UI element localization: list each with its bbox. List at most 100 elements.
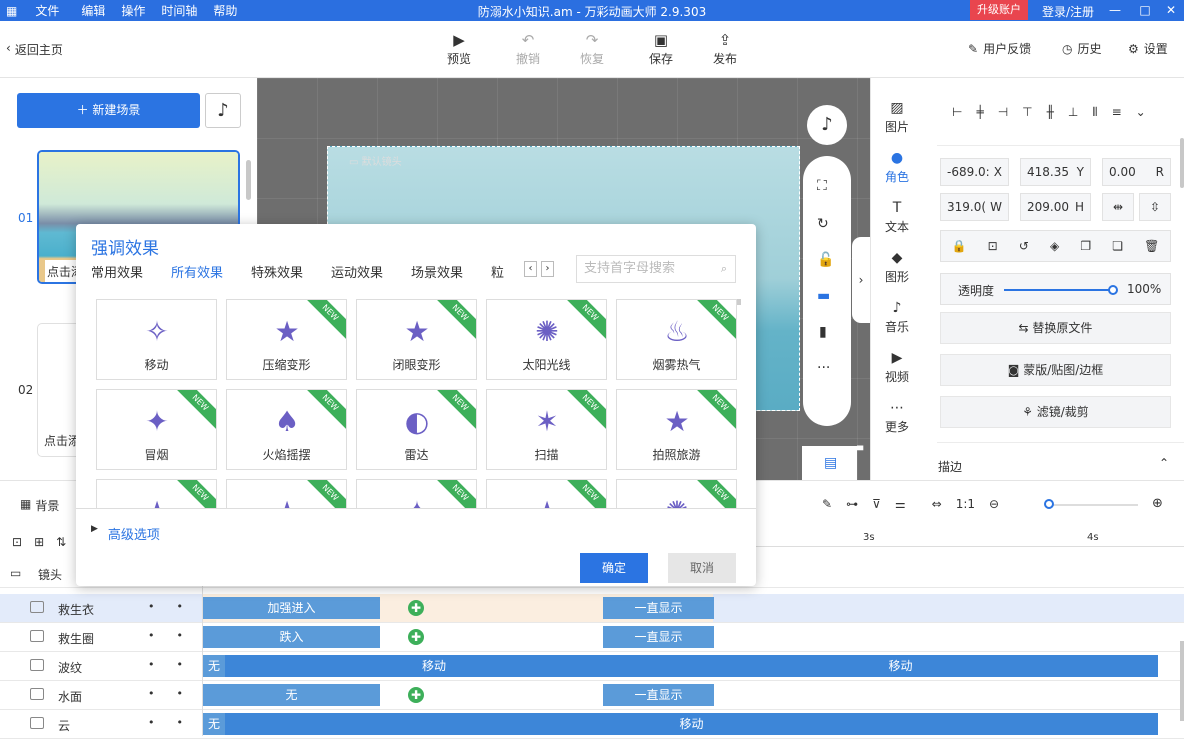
minimize-icon[interactable]: — — [1106, 1, 1124, 19]
maximize-icon[interactable]: □ — [1136, 1, 1154, 19]
align-center-icon[interactable]: ╪ — [976, 105, 983, 120]
history-button[interactable]: ◷ 历史 — [1062, 40, 1102, 57]
effect-bar[interactable]: 跌入 — [203, 626, 380, 648]
adjust-icon[interactable]: ⚌ — [895, 497, 906, 511]
lock-icon[interactable]: 🔒 — [952, 239, 967, 253]
track-row[interactable]: 波纹 •• 无 移动 移动 — [0, 652, 1184, 681]
effect-card[interactable]: ★ 拍照旅游 NEW — [616, 389, 737, 470]
fit-icon[interactable]: ⊡ — [988, 239, 998, 253]
nav-more[interactable]: ⋯ 更多 — [871, 400, 923, 435]
effect-bar[interactable]: 无 — [203, 655, 225, 677]
effect-bar[interactable]: 一直显示 — [603, 597, 714, 619]
trash-icon[interactable]: 🗑 — [1144, 239, 1159, 253]
paste-icon[interactable]: ❏ — [1112, 239, 1123, 253]
sort-icon[interactable]: ⇅ — [56, 535, 66, 549]
upgrade-button[interactable]: 升级账户 — [970, 0, 1028, 20]
fit-screen-icon[interactable]: ⛶ — [817, 178, 827, 194]
filter-button[interactable]: ⚘ 滤镜/裁剪 — [940, 396, 1171, 428]
distribute-v-icon[interactable]: ≡ — [1112, 105, 1122, 120]
effect-card[interactable]: ✺NEW — [616, 479, 737, 508]
zoom-slider-thumb[interactable] — [1044, 499, 1054, 509]
advanced-options-toggle[interactable]: ▶ 高级选项 — [91, 524, 160, 543]
back-button[interactable]: ‹ 返回主页 — [6, 41, 63, 58]
effect-card[interactable]: ★ 闭眼变形 NEW — [356, 299, 477, 380]
desktop-icon[interactable]: ▬ — [817, 288, 830, 304]
effect-card[interactable]: ◐ 雷达 NEW — [356, 389, 477, 470]
split-icon[interactable]: ⊶ — [846, 497, 858, 511]
chevron-down-icon[interactable]: ⌄ — [1136, 105, 1146, 120]
track-toggles[interactable]: •• — [148, 658, 205, 671]
effect-bar[interactable]: 移动 — [643, 655, 1158, 677]
rotate-icon[interactable]: ↺ — [1019, 239, 1029, 253]
flip-h-button[interactable]: ⇹ — [1102, 193, 1134, 221]
effect-bar[interactable]: 无 — [203, 684, 380, 706]
effect-card[interactable]: ★ 压缩变形 NEW — [226, 299, 347, 380]
add-effect-icon[interactable]: ✚ — [408, 600, 424, 616]
close-icon[interactable]: ✕ — [1162, 1, 1180, 19]
stroke-section-title[interactable]: 描边 — [938, 458, 962, 475]
scrollbar[interactable] — [1180, 138, 1184, 188]
effect-bar[interactable]: 一直显示 — [603, 626, 714, 648]
effect-bar[interactable]: 无 — [203, 713, 225, 735]
ratio-icon[interactable]: 1:1 — [956, 497, 975, 511]
effect-card[interactable]: ✶ 扫描 NEW — [486, 389, 607, 470]
align-middle-icon[interactable]: ╫ — [1047, 105, 1054, 120]
flip-v-button[interactable]: ⇳ — [1139, 193, 1171, 221]
add-folder-icon[interactable]: ⊞ — [34, 535, 44, 549]
effect-bar[interactable]: 加强进入 — [203, 597, 380, 619]
track-row[interactable]: 救生圈 •• 跌入 ✚ 一直显示 — [0, 623, 1184, 652]
save-button[interactable]: ▣ 保存 — [641, 30, 681, 67]
effect-card[interactable]: ★NEW — [486, 479, 607, 508]
music-button[interactable]: ♪ — [205, 93, 241, 128]
effect-bar[interactable]: 一直显示 — [603, 684, 714, 706]
fit-width-icon[interactable]: ⇔ — [932, 497, 942, 511]
height-field[interactable]: 209.00 H — [1020, 193, 1091, 221]
more-icon[interactable]: ··· — [817, 360, 830, 376]
add-effect-icon[interactable]: ✚ — [408, 687, 424, 703]
filter-icon[interactable]: ⊽ — [872, 497, 881, 511]
track-row[interactable]: 水面 •• 无 ✚ 一直显示 — [0, 681, 1184, 710]
align-right-icon[interactable]: ⊣ — [998, 105, 1008, 120]
nav-character[interactable]: ● 角色 — [871, 150, 923, 185]
layers-icon[interactable]: ◈ — [1050, 239, 1059, 253]
nav-music[interactable]: ♪ 音乐 — [871, 300, 923, 335]
distribute-h-icon[interactable]: ⦀ — [1092, 105, 1097, 120]
redo-button[interactable]: ↷ 恢复 — [572, 30, 612, 67]
opacity-slider-thumb[interactable] — [1108, 285, 1118, 295]
cancel-button[interactable]: 取消 — [668, 553, 736, 583]
y-field[interactable]: 418.35 Y — [1020, 158, 1091, 186]
expand-panel-button[interactable]: › — [852, 237, 870, 323]
opacity-slider-track[interactable] — [1004, 289, 1114, 291]
zoom-in-icon[interactable]: ⊕ — [1152, 496, 1163, 511]
lock-icon[interactable]: 🔓 — [817, 252, 834, 268]
track-toggles[interactable]: •• — [148, 687, 205, 700]
folder-icon[interactable]: ⊡ — [12, 535, 22, 549]
login-link[interactable]: 登录/注册 — [1042, 3, 1094, 20]
nav-shape[interactable]: ◆ 图形 — [871, 250, 923, 285]
x-field[interactable]: -689.0: X — [940, 158, 1009, 186]
align-left-icon[interactable]: ⊢ — [952, 105, 962, 120]
feedback-button[interactable]: ✎ 用户反馈 — [968, 40, 1031, 57]
canvas-music-button[interactable]: ♪ — [807, 105, 847, 145]
align-bottom-icon[interactable]: ⊥ — [1068, 105, 1078, 120]
replace-file-button[interactable]: ⇆ 替换原文件 — [940, 312, 1171, 344]
edit-icon[interactable]: ✎ — [822, 497, 832, 511]
track-toggles[interactable]: •• — [148, 716, 205, 729]
track-toggles[interactable]: •• — [148, 629, 205, 642]
zoom-out-icon[interactable]: ⊖ — [989, 497, 999, 511]
effect-bar[interactable]: 移动 — [225, 713, 1158, 735]
effect-card[interactable]: ✦ 冒烟 NEW — [96, 389, 217, 470]
background-button[interactable]: ▦ 背景 — [20, 497, 59, 514]
effect-card[interactable]: ★NEW — [96, 479, 217, 508]
effect-bar[interactable]: 移动 — [225, 655, 643, 677]
track-toggles[interactable]: •• — [148, 600, 205, 613]
add-effect-icon[interactable]: ✚ — [408, 629, 424, 645]
scrollbar[interactable] — [246, 160, 251, 200]
zoom-slider[interactable] — [1048, 504, 1138, 506]
scrollbar[interactable] — [737, 299, 741, 305]
nav-image[interactable]: ▨ 图片 — [871, 100, 923, 135]
effect-card[interactable]: ✺ 太阳光线 NEW — [486, 299, 607, 380]
settings-button[interactable]: ⚙ 设置 — [1128, 40, 1168, 57]
effect-card[interactable]: ✦NEW — [356, 479, 477, 508]
effect-card[interactable]: ✧ 移动 — [96, 299, 217, 380]
